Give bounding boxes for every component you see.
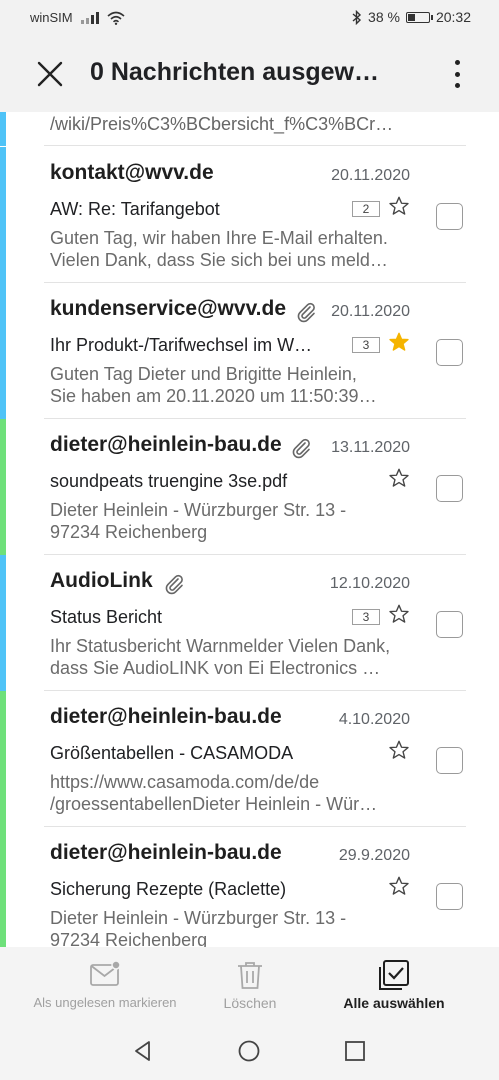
mark-unread-label: Als ungelesen markieren (33, 995, 177, 1010)
select-all-label: Alle auswählen (343, 995, 445, 1011)
star-icon[interactable] (388, 195, 410, 217)
preview-line: dass Sie AudioLINK von Ei Electronics … (50, 658, 381, 678)
status-bar: winSIM 38 % 20:32 (0, 0, 499, 36)
preview-line: /groessentabellenDieter Heinlein - Wür… (50, 794, 378, 814)
bluetooth-icon (352, 9, 362, 25)
message-list[interactable]: /wiki/Preis%C3%BCbersicht_f%C3%BCr… kont… (0, 112, 499, 947)
message-row[interactable]: AudioLink 12.10.2020 Status Bericht 3 Ihr … (0, 555, 499, 691)
preview-line: https://www.casamoda.com/de/de (50, 772, 320, 792)
list-item-partial[interactable]: /wiki/Preis%C3%BCbersicht_f%C3%BCr… (0, 112, 499, 146)
mark-unread-button[interactable]: Als ungelesen markieren (20, 947, 190, 1020)
message-subject: Sicherung Rezepte (Raclette) (50, 879, 287, 899)
message-subject: Status Bericht (50, 607, 163, 627)
more-vert-icon[interactable] (445, 54, 469, 94)
account-color-bar (0, 112, 6, 146)
battery-icon (405, 11, 433, 23)
message-subject: Ihr Produkt-/Tarifwechsel im W… (50, 335, 313, 355)
message-date: 12.10.2020 (329, 575, 410, 592)
account-color-bar (0, 419, 6, 555)
account-color-bar (0, 283, 6, 419)
message-date: 20.11.2020 (331, 167, 410, 184)
message-subject: soundpeats truengine 3se.pdf (50, 471, 288, 491)
partial-preview-text: /wiki/Preis%C3%BCbersicht_f%C3%BCr… (50, 114, 394, 134)
carrier-label: winSIM (30, 10, 73, 25)
thread-count-badge: 2 (352, 201, 380, 217)
select-checkbox[interactable] (436, 883, 463, 910)
app-bar: 0 Nachrichten ausgew… (0, 36, 499, 112)
thread-count-badge: 3 (352, 337, 380, 353)
message-date: 4.10.2020 (338, 711, 410, 728)
battery-percent: 38 % (368, 9, 400, 25)
sender-name: dieter@heinlein-bau.de (50, 433, 282, 456)
message-row[interactable]: dieter@heinlein-bau.de 29.9.2020 Sicherung… (0, 827, 499, 947)
message-preview: Guten Tag Dieter und Brigitte Heinlein, … (50, 363, 410, 407)
star-icon[interactable] (388, 331, 410, 353)
message-preview: https://www.casamoda.com/de/de /groessen… (50, 771, 410, 815)
message-row[interactable]: dieter@heinlein-bau.de 4.10.2020 Größentab… (0, 691, 499, 827)
preview-line: Dieter Heinlein - Würzburger Str. 13 - (50, 908, 347, 928)
message-preview: Guten Tag, wir haben Ihre E-Mail erhalte… (50, 227, 410, 271)
select-checkbox[interactable] (436, 611, 463, 638)
account-color-bar (0, 147, 6, 283)
back-icon[interactable] (132, 1040, 154, 1062)
attachment-icon (297, 302, 315, 323)
message-preview: Dieter Heinlein - Würzburger Str. 13 - 9… (50, 907, 410, 947)
message-subject: Größentabellen - CASAMODA (50, 743, 294, 763)
delete-label: Löschen (223, 995, 277, 1011)
close-icon[interactable] (32, 56, 68, 92)
attachment-icon (292, 438, 310, 459)
message-row[interactable]: dieter@heinlein-bau.de 13.11.2020 soundpe… (0, 419, 499, 555)
preview-line: 97234 Reichenberg (50, 930, 208, 947)
sender-name: dieter@heinlein-bau.de (50, 705, 282, 728)
message-date: 20.11.2020 (331, 303, 410, 320)
message-date: 13.11.2020 (331, 439, 410, 456)
wifi-icon (107, 11, 125, 25)
divider (44, 145, 466, 146)
attachment-icon (165, 574, 183, 595)
star-icon[interactable] (388, 603, 410, 625)
account-color-bar (0, 827, 6, 947)
signal-icon (80, 11, 99, 24)
sender-name: AudioLink (50, 569, 153, 592)
sender-name: kontakt@wvv.de (50, 161, 214, 184)
message-date: 29.9.2020 (338, 847, 410, 864)
recents-icon[interactable] (344, 1040, 366, 1062)
bottom-action-bar: Als ungelesen markieren Löschen Alle aus… (0, 947, 499, 1020)
account-color-bar (0, 691, 6, 827)
select-checkbox[interactable] (436, 475, 463, 502)
message-preview: Dieter Heinlein - Würzburger Str. 13 - 9… (50, 499, 410, 543)
preview-line: Ihr Statusbericht Warnmelder Vielen Dank… (50, 636, 391, 656)
select-checkbox[interactable] (436, 203, 463, 230)
trash-icon (238, 962, 262, 989)
select-checkbox[interactable] (436, 747, 463, 774)
select-all-icon (379, 960, 409, 990)
sender-name: dieter@heinlein-bau.de (50, 841, 282, 864)
account-color-bar (0, 555, 6, 691)
message-subject: AW: Re: Tarifangebot (50, 199, 220, 219)
message-preview: Ihr Statusbericht Warnmelder Vielen Dank… (50, 635, 410, 679)
star-icon[interactable] (388, 875, 410, 897)
star-icon[interactable] (388, 467, 410, 489)
thread-count-badge: 3 (352, 609, 380, 625)
clock: 20:32 (435, 9, 471, 25)
select-all-button[interactable]: Alle auswählen (334, 947, 454, 1020)
select-checkbox[interactable] (436, 339, 463, 366)
preview-line: Dieter Heinlein - Würzburger Str. 13 - (50, 500, 347, 520)
preview-line: Guten Tag, wir haben Ihre E-Mail erhalte… (50, 228, 388, 248)
star-icon[interactable] (388, 739, 410, 761)
mail-unread-icon (90, 960, 121, 986)
message-row[interactable]: kontakt@wvv.de 20.11.2020 AW: Re: Tarifang… (0, 147, 499, 283)
message-row[interactable]: kundenservice@wvv.de 20.11.2020 Ihr Produ… (0, 283, 499, 419)
preview-line: 97234 Reichenberg (50, 522, 208, 542)
delete-button[interactable]: Löschen (200, 947, 300, 1020)
selection-title: 0 Nachrichten ausgew… (90, 58, 379, 86)
preview-line: Vielen Dank, dass Sie sich bei uns meld… (50, 250, 388, 270)
preview-line: Guten Tag Dieter und Brigitte Heinlein, (50, 364, 357, 384)
system-nav-bar (0, 1020, 499, 1080)
sender-name: kundenservice@wvv.de (50, 297, 287, 320)
preview-line: Sie haben am 20.11.2020 um 11:50:39… (50, 386, 377, 406)
home-icon[interactable] (238, 1040, 260, 1062)
